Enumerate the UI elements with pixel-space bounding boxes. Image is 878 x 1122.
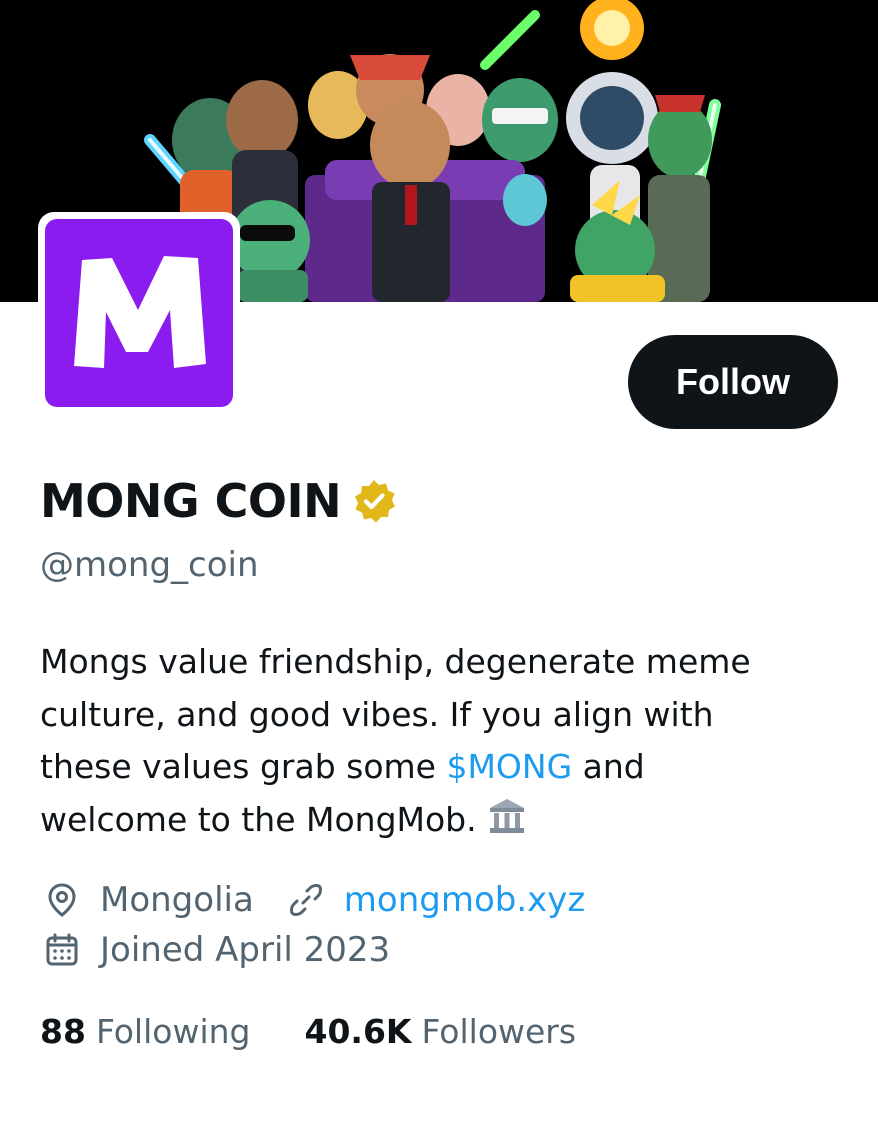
classical-building-icon	[487, 797, 527, 851]
follow-button[interactable]: Follow	[628, 335, 838, 429]
profile-joined-date: Joined April 2023	[100, 930, 391, 970]
bio-line: these values grab some $MONG and	[40, 741, 840, 794]
verified-badge-icon[interactable]	[351, 478, 397, 524]
profile-joined-row: Joined April 2023	[44, 930, 390, 970]
avatar-logo	[45, 219, 233, 407]
bio-line: Mongs value friendship, degenerate meme	[40, 642, 751, 681]
bio-text: these values grab some	[40, 747, 447, 786]
followers-label: Followers	[421, 1012, 577, 1051]
following-link[interactable]: 88 Following	[40, 1012, 250, 1051]
calendar-icon	[44, 932, 80, 968]
bio-text: and	[572, 747, 645, 786]
profile-meta-row: Mongolia mongmob.xyz	[44, 880, 585, 920]
profile-handle: @mong_coin	[40, 545, 259, 585]
display-name: MONG COIN	[40, 474, 342, 528]
bio-line: culture, and good vibes. If you align wi…	[40, 694, 714, 734]
profile-bio: Mongs value friendship, degenerate meme …	[40, 636, 840, 850]
following-count: 88	[40, 1012, 86, 1051]
following-label: Following	[95, 1012, 251, 1051]
followers-link[interactable]: 40.6K Followers	[304, 1012, 576, 1051]
location-pin-icon	[44, 882, 80, 918]
link-icon	[288, 882, 324, 918]
profile-name-row: MONG COIN	[40, 474, 397, 528]
bio-text: welcome to the MongMob.	[40, 799, 477, 839]
followers-count: 40.6K	[304, 1012, 412, 1051]
profile-stats: 88 Following 40.6K Followers	[40, 1012, 576, 1051]
m-logo-icon	[74, 256, 206, 368]
profile-website-link[interactable]: mongmob.xyz	[344, 880, 585, 920]
cashtag-link[interactable]: $MONG	[446, 747, 572, 786]
profile-location: Mongolia	[100, 880, 254, 920]
bio-line: welcome to the MongMob.	[40, 794, 840, 851]
profile-avatar[interactable]	[38, 212, 240, 414]
